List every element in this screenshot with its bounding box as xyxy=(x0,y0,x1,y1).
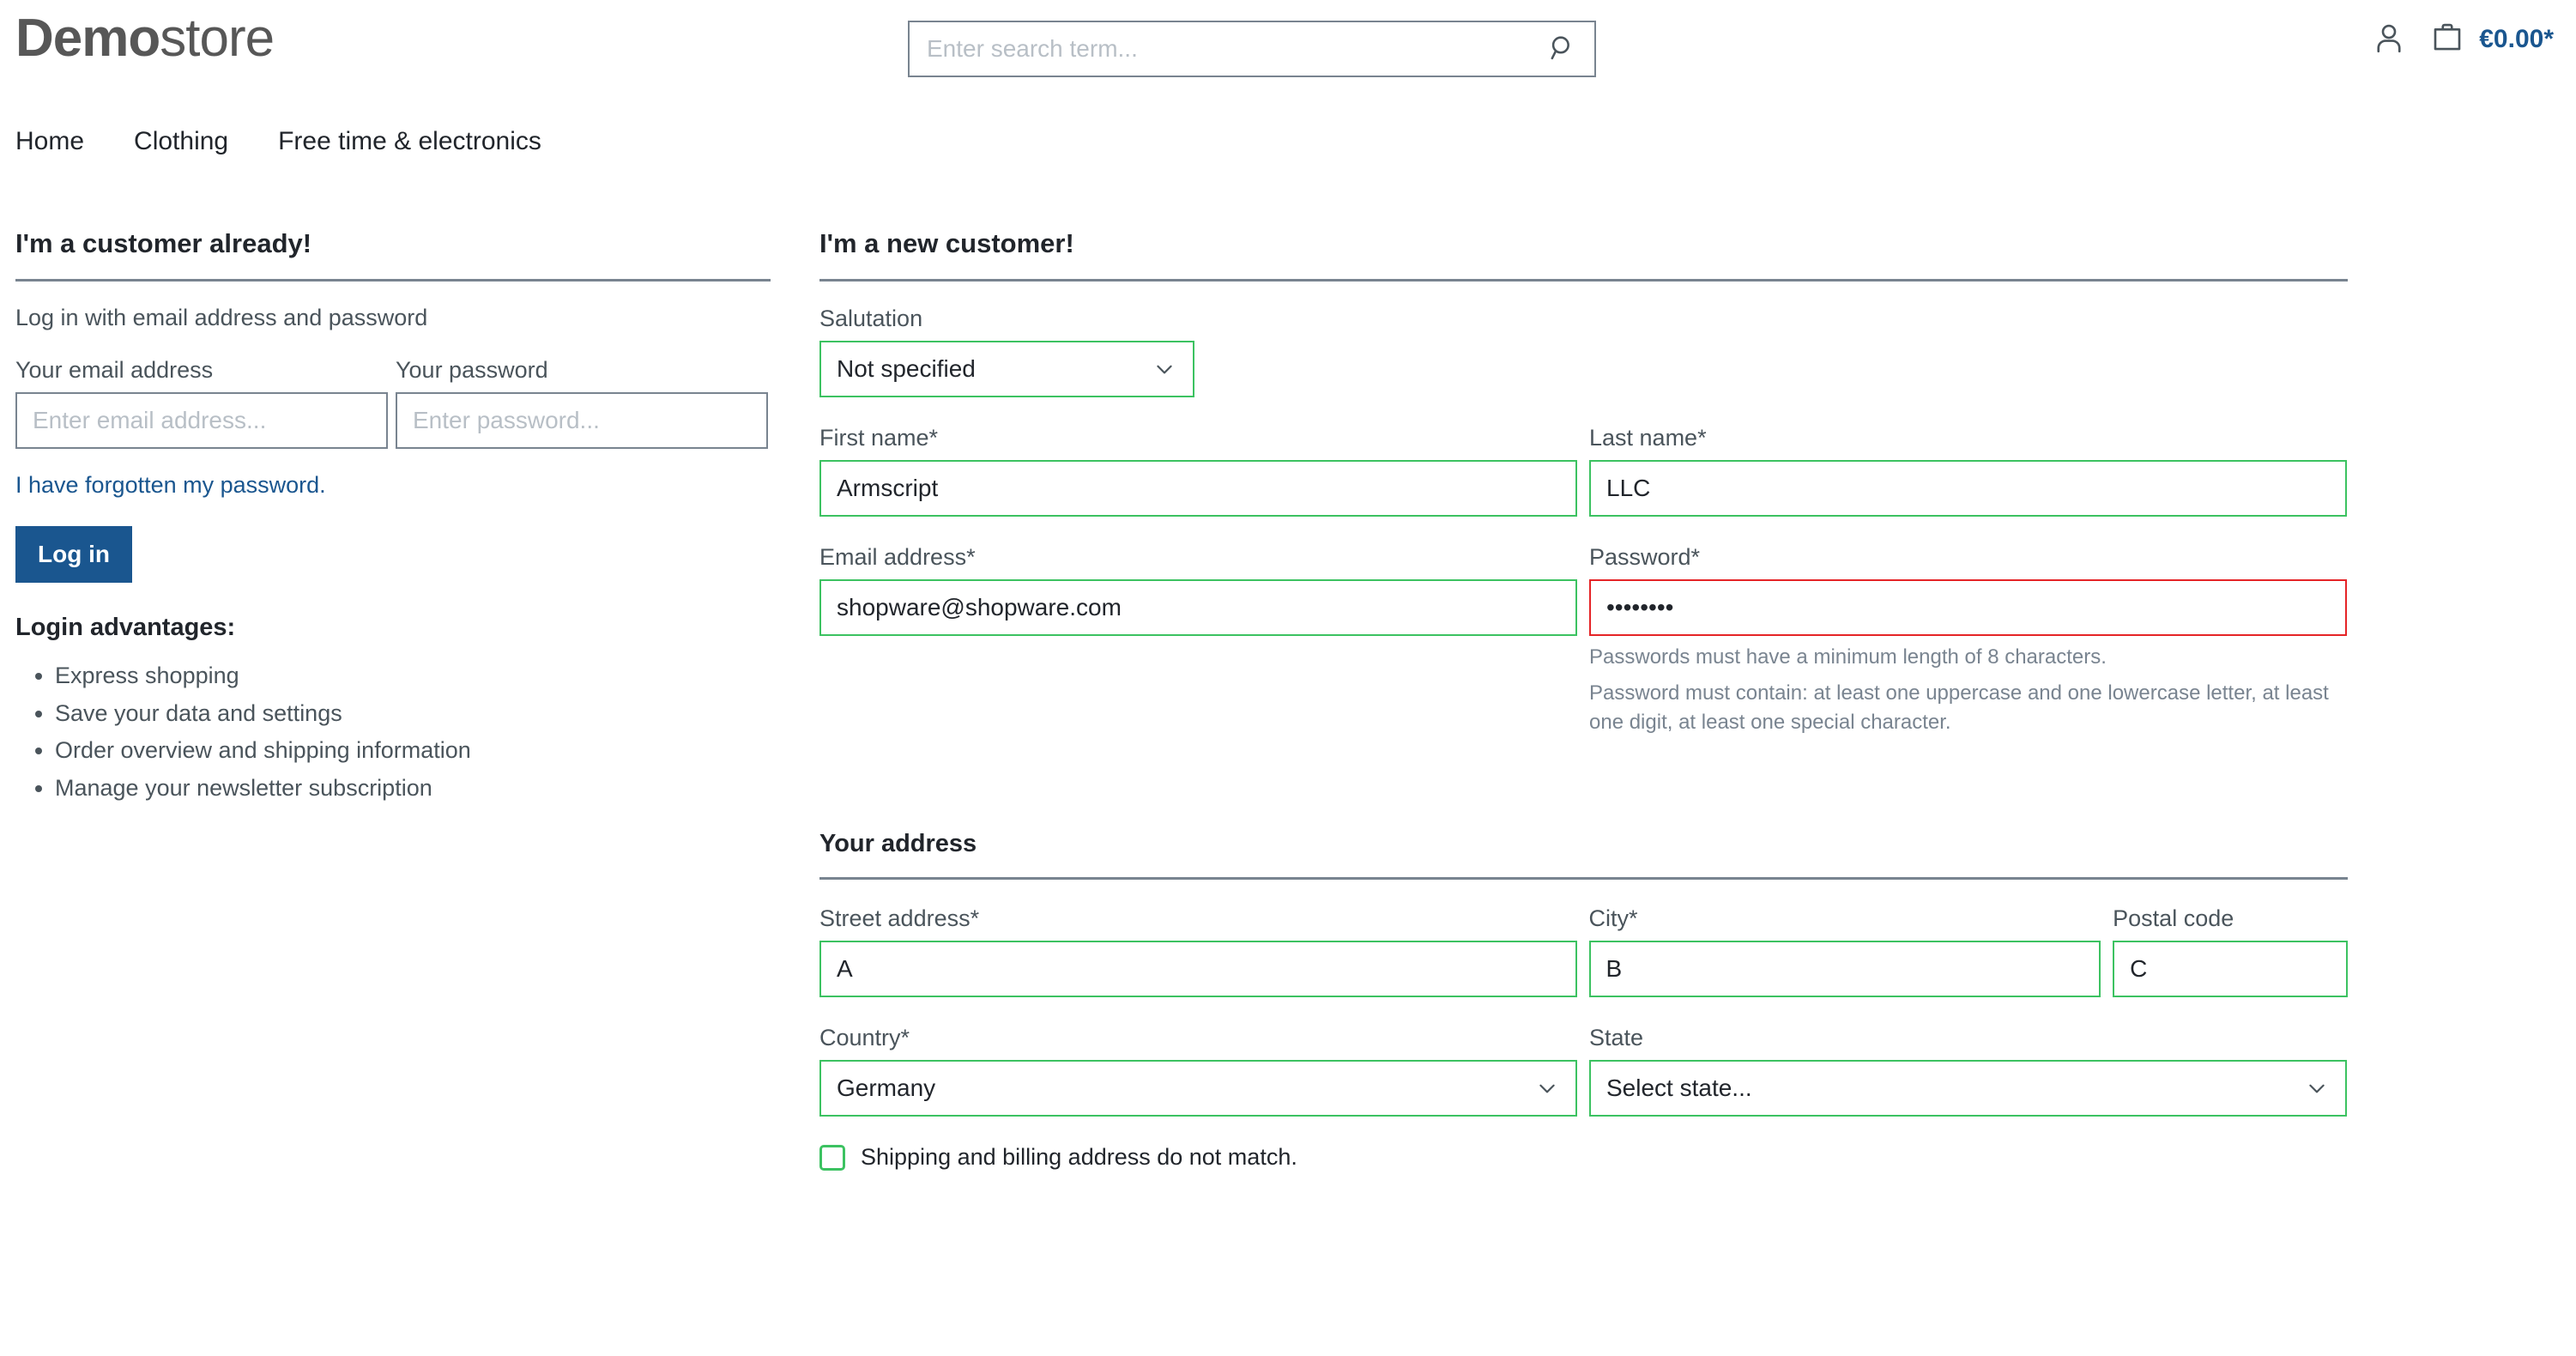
credentials-fields-row: Email address* Password* Passwords must … xyxy=(819,544,2348,737)
salutation-field-group: Salutation Not specified xyxy=(819,306,1194,397)
list-item: Manage your newsletter subscription xyxy=(55,770,771,808)
different-shipping-address-checkbox[interactable] xyxy=(819,1144,845,1171)
login-password-input[interactable] xyxy=(396,392,768,449)
search-icon xyxy=(1548,33,1577,65)
login-heading: I'm a customer already! xyxy=(15,228,312,258)
chevron-down-icon xyxy=(2306,1077,2328,1099)
logo-bold-text: Demo xyxy=(15,9,160,68)
forgot-password-link[interactable]: I have forgotten my password. xyxy=(15,472,326,499)
address-heading-divider xyxy=(819,877,2348,881)
country-select[interactable]: Germany xyxy=(819,1060,1577,1117)
login-heading-divider xyxy=(15,279,771,281)
street-label: Street address* xyxy=(819,905,980,932)
register-password-field-group: Password* Passwords must have a minimum … xyxy=(1589,544,2347,737)
list-item: Order overview and shipping information xyxy=(55,732,771,770)
postal-code-input[interactable] xyxy=(2113,941,2348,998)
address-fields-row-1: Street address* City* Postal code xyxy=(819,905,2348,998)
state-select[interactable]: Select state... xyxy=(1589,1060,2347,1117)
shopping-bag-icon xyxy=(2429,19,2465,59)
first-name-label: First name* xyxy=(819,425,939,451)
register-email-label: Email address* xyxy=(819,544,976,570)
register-email-field-group: Email address* xyxy=(819,544,1577,737)
postal-code-field-group: Postal code xyxy=(2113,905,2348,998)
search-input[interactable] xyxy=(910,22,1531,76)
different-shipping-address-label: Shipping and billing address do not matc… xyxy=(861,1144,1297,1171)
logo-light-text: store xyxy=(160,9,275,68)
salutation-selected-value: Not specified xyxy=(837,355,976,382)
user-icon xyxy=(2371,20,2407,58)
street-input[interactable] xyxy=(819,941,1577,998)
register-heading-divider xyxy=(819,279,2348,281)
register-email-input[interactable] xyxy=(819,579,1577,636)
last-name-input[interactable] xyxy=(1589,460,2347,517)
login-password-field-group: Your password xyxy=(396,357,768,449)
register-password-input[interactable] xyxy=(1589,579,2347,636)
main-navigation: Home Clothing Free time & electronics xyxy=(15,127,541,156)
state-field-group: State Select state... xyxy=(1589,1025,2347,1117)
login-subtitle: Log in with email address and password xyxy=(15,305,428,330)
postal-code-label: Postal code xyxy=(2113,905,2234,932)
first-name-input[interactable] xyxy=(819,460,1577,517)
login-advantages-list: Express shopping Save your data and sett… xyxy=(15,657,771,808)
login-password-label: Your password xyxy=(396,357,548,383)
login-column: I'm a customer already! Log in with emai… xyxy=(15,230,771,808)
city-input[interactable] xyxy=(1588,941,2101,998)
last-name-label: Last name* xyxy=(1589,425,1707,451)
last-name-field-group: Last name* xyxy=(1589,425,2347,517)
name-fields-row: First name* Last name* xyxy=(819,425,2348,517)
password-help-complexity: Password must contain: at least one uppe… xyxy=(1589,681,2329,735)
different-shipping-address-checkbox-row[interactable]: Shipping and billing address do not matc… xyxy=(819,1144,2348,1171)
login-email-label: Your email address xyxy=(15,357,214,383)
login-email-field-group: Your email address xyxy=(15,357,388,449)
salutation-select[interactable]: Not specified xyxy=(819,341,1194,397)
register-column: I'm a new customer! Salutation Not speci… xyxy=(819,230,2348,1171)
country-selected-value: Germany xyxy=(837,1075,936,1102)
nav-item-home[interactable]: Home xyxy=(15,127,84,156)
chevron-down-icon xyxy=(1153,358,1176,380)
login-submit-button[interactable]: Log in xyxy=(15,526,132,583)
register-password-label: Password* xyxy=(1589,544,1701,570)
nav-item-clothing[interactable]: Clothing xyxy=(134,127,228,156)
account-button[interactable] xyxy=(2371,20,2407,58)
state-selected-value: Select state... xyxy=(1606,1075,1752,1102)
city-field-group: City* xyxy=(1588,905,2101,998)
address-fields-row-2: Country* Germany State Select state... xyxy=(819,1025,2348,1117)
cart-total-amount: €0.00* xyxy=(2479,24,2554,53)
first-name-field-group: First name* xyxy=(819,425,1577,517)
header-actions: €0.00* xyxy=(2371,19,2554,59)
register-heading: I'm a new customer! xyxy=(819,228,1074,258)
city-label: City* xyxy=(1588,905,1638,932)
state-label: State xyxy=(1589,1025,1644,1051)
nav-item-free-time-electronics[interactable]: Free time & electronics xyxy=(278,127,541,156)
salutation-label: Salutation xyxy=(819,306,923,331)
login-email-input[interactable] xyxy=(15,392,388,449)
country-label: Country* xyxy=(819,1025,910,1051)
search-submit-button[interactable] xyxy=(1531,22,1594,76)
login-advantages-heading: Login advantages: xyxy=(15,614,236,641)
country-field-group: Country* Germany xyxy=(819,1025,1577,1117)
address-heading: Your address xyxy=(819,830,977,858)
login-fields-row: Your email address Your password xyxy=(15,357,771,449)
list-item: Express shopping xyxy=(55,657,771,695)
site-logo[interactable]: Demostore xyxy=(15,9,275,68)
cart-widget[interactable]: €0.00* xyxy=(2429,19,2554,59)
street-field-group: Street address* xyxy=(819,905,1577,998)
password-help-min-length: Passwords must have a minimum length of … xyxy=(1589,645,2107,669)
search-bar xyxy=(908,21,1596,77)
chevron-down-icon xyxy=(1536,1077,1558,1099)
list-item: Save your data and settings xyxy=(55,695,771,733)
site-header: Demostore Enter search term... €0.00* xyxy=(0,0,2576,116)
